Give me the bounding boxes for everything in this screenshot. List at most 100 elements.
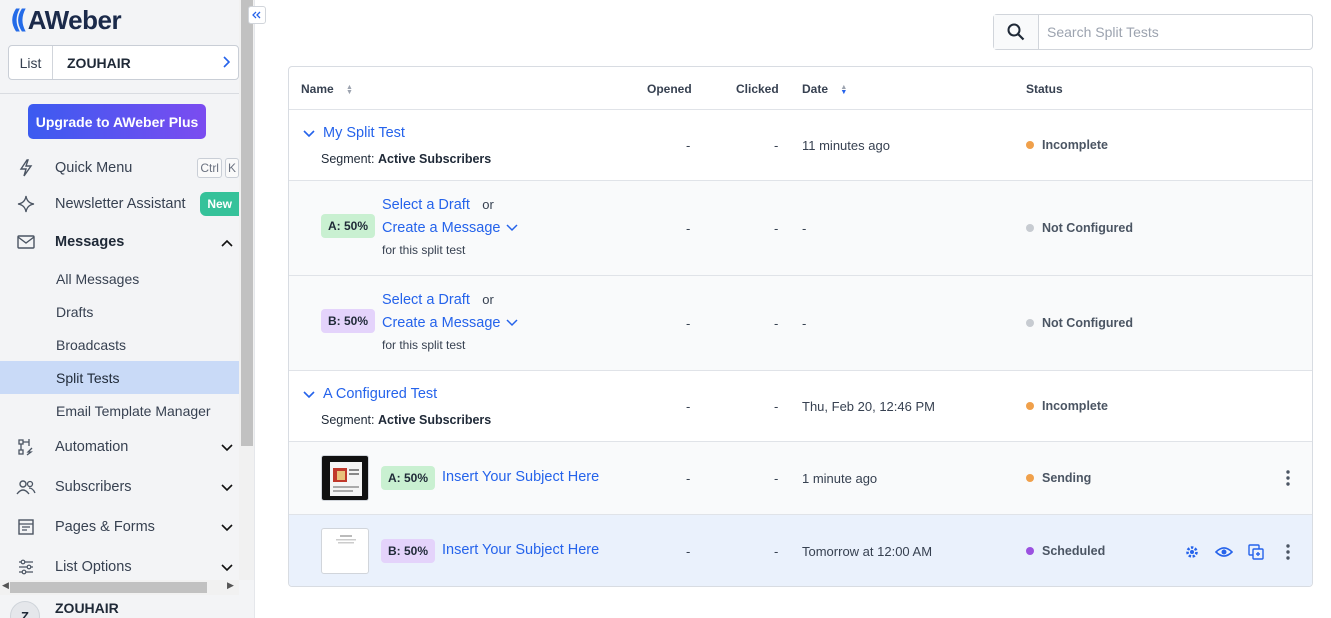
scroll-left-icon[interactable]: ◀ bbox=[2, 580, 9, 591]
create-message-dropdown[interactable]: Create a Message bbox=[382, 220, 519, 236]
sparkle-icon bbox=[16, 194, 36, 214]
eye-icon[interactable] bbox=[1214, 542, 1234, 562]
sort-icon[interactable]: ▲ ▼ bbox=[840, 84, 847, 96]
nav-split-tests[interactable]: Split Tests bbox=[0, 361, 239, 394]
variant-actions: Select a Draft or bbox=[382, 196, 494, 214]
search-icon bbox=[1007, 23, 1025, 41]
scrollbar-thumb[interactable] bbox=[10, 582, 207, 593]
nav-automation-label: Automation bbox=[55, 439, 129, 455]
date-value: 11 minutes ago bbox=[802, 138, 890, 153]
opened-value: - bbox=[686, 471, 691, 486]
search-button[interactable] bbox=[994, 15, 1039, 49]
status-badge: Not Configured bbox=[1026, 316, 1133, 330]
clicked-value: - bbox=[774, 221, 779, 236]
test-name: My Split Test bbox=[323, 125, 405, 141]
nav-messages[interactable]: Messages bbox=[0, 224, 239, 260]
scrollbar-thumb[interactable] bbox=[241, 0, 253, 446]
select-draft-link[interactable]: Select a Draft bbox=[382, 197, 470, 213]
message-thumbnail[interactable] bbox=[321, 455, 369, 501]
select-draft-link[interactable]: Select a Draft bbox=[382, 292, 470, 308]
search-input[interactable] bbox=[1039, 15, 1312, 49]
date-value: Tomorrow at 12:00 AM bbox=[802, 544, 933, 559]
copy-icon[interactable] bbox=[1246, 542, 1266, 562]
split-tests-table: Name ▲ ▼ Opened Clicked Date ▲ ▼ Status My… bbox=[288, 66, 1313, 587]
user-account[interactable]: Z ZOUHAIR bbox=[0, 597, 239, 618]
nav-pages-forms[interactable]: Pages & Forms bbox=[0, 509, 239, 545]
scroll-right-icon[interactable]: ▶ bbox=[227, 580, 234, 591]
nav-all-messages[interactable]: All Messages bbox=[0, 262, 239, 295]
clicked-value: - bbox=[774, 138, 779, 153]
sidebar-vertical-scrollbar[interactable] bbox=[239, 0, 254, 580]
nav-automation[interactable]: Automation bbox=[0, 429, 239, 465]
variant-actions: Select a Draft or bbox=[382, 291, 494, 309]
sidebar-horizontal-scrollbar[interactable]: ◀ ▶ bbox=[0, 580, 239, 595]
segment: Segment: Active Subscribers bbox=[321, 152, 491, 166]
test-name-link[interactable]: My Split Test bbox=[303, 125, 405, 141]
list-selector[interactable]: List ZOUHAIR bbox=[8, 45, 239, 80]
status-dot bbox=[1026, 319, 1034, 327]
clicked-value: - bbox=[774, 399, 779, 414]
segment-value: Active Subscribers bbox=[378, 152, 492, 166]
column-name-label: Name bbox=[301, 82, 334, 96]
chevron-right-icon bbox=[222, 55, 238, 71]
status-text: Scheduled bbox=[1042, 544, 1106, 558]
test-name-link[interactable]: A Configured Test bbox=[303, 386, 437, 402]
variant-pill: A: 50% bbox=[381, 466, 436, 490]
sort-icon[interactable]: ▲ ▼ bbox=[346, 84, 353, 96]
status-text: Sending bbox=[1042, 471, 1092, 485]
nav-broadcasts[interactable]: Broadcasts bbox=[0, 328, 239, 361]
status-text: Incomplete bbox=[1042, 399, 1108, 413]
variant-pill: A: 50% bbox=[321, 214, 376, 238]
status-dot bbox=[1026, 547, 1034, 555]
avatar: Z bbox=[10, 601, 40, 618]
column-status-header: Status bbox=[1026, 82, 1063, 96]
opened-value: - bbox=[686, 544, 691, 559]
segment-label: Segment: bbox=[321, 413, 375, 427]
table-header: Name ▲ ▼ Opened Clicked Date ▲ ▼ Status bbox=[289, 67, 1312, 110]
nav-newsletter-assistant[interactable]: Newsletter Assistant New bbox=[0, 186, 239, 222]
opened-value: - bbox=[686, 221, 691, 236]
status-badge: Incomplete bbox=[1026, 138, 1108, 152]
nav-drafts[interactable]: Drafts bbox=[0, 295, 239, 328]
aweber-logo-icon: (( bbox=[10, 5, 28, 35]
nav-quick-menu-label: Quick Menu bbox=[55, 160, 133, 176]
status-badge: Sending bbox=[1026, 471, 1091, 485]
variant-note: for this split test bbox=[382, 243, 466, 257]
aweber-logo[interactable]: (( AWeber bbox=[10, 4, 122, 36]
create-message-dropdown[interactable]: Create a Message bbox=[382, 315, 519, 331]
column-clicked-header: Clicked bbox=[736, 82, 779, 96]
nav-quick-menu[interactable]: Quick Menu Ctrl K bbox=[0, 150, 239, 186]
column-name-header[interactable]: Name ▲ ▼ bbox=[301, 82, 353, 96]
clicked-value: - bbox=[774, 316, 779, 331]
nav-pages-forms-label: Pages & Forms bbox=[55, 519, 155, 535]
create-message-link: Create a Message bbox=[382, 315, 501, 331]
date-value: - bbox=[802, 221, 807, 236]
nav-email-template-manager[interactable]: Email Template Manager bbox=[0, 394, 239, 427]
message-subject-link[interactable]: Insert Your Subject Here bbox=[442, 469, 599, 485]
message-subject-link[interactable]: Insert Your Subject Here bbox=[442, 542, 599, 558]
collapse-sidebar-button[interactable] bbox=[248, 6, 266, 24]
logo-text: AWeber bbox=[27, 4, 122, 35]
upgrade-button[interactable]: Upgrade to AWeber Plus bbox=[28, 104, 206, 139]
status-dot bbox=[1026, 141, 1034, 149]
column-date-header[interactable]: Date ▲ ▼ bbox=[802, 82, 847, 96]
column-opened-header: Opened bbox=[647, 82, 692, 96]
opened-value: - bbox=[686, 316, 691, 331]
opened-value: - bbox=[686, 138, 691, 153]
message-thumbnail[interactable] bbox=[321, 528, 369, 574]
chevron-down-icon bbox=[506, 316, 519, 330]
more-options-icon[interactable] bbox=[1275, 465, 1301, 491]
status-text: Not Configured bbox=[1042, 221, 1133, 235]
gear-icon[interactable] bbox=[1182, 542, 1202, 562]
segment: Segment: Active Subscribers bbox=[321, 413, 491, 427]
table-row: A Configured Test Segment: Active Subscr… bbox=[289, 371, 1312, 442]
status-dot bbox=[1026, 474, 1034, 482]
nav-subscribers[interactable]: Subscribers bbox=[0, 469, 239, 505]
status-text: Incomplete bbox=[1042, 138, 1108, 152]
more-options-icon[interactable] bbox=[1275, 539, 1301, 565]
date-value: 1 minute ago bbox=[802, 471, 878, 486]
kbd-k: K bbox=[224, 158, 239, 178]
lightning-icon bbox=[16, 158, 36, 178]
table-row: My Split Test Segment: Active Subscriber… bbox=[289, 110, 1312, 181]
date-value: - bbox=[802, 316, 807, 331]
